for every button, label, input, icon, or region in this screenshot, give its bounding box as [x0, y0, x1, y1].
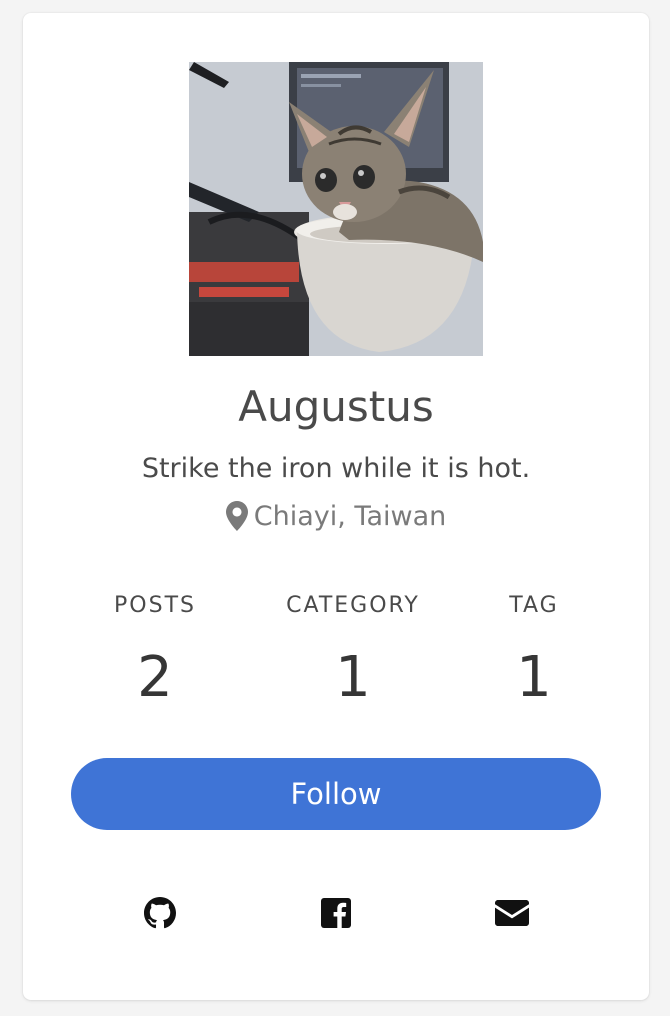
avatar: [189, 62, 483, 356]
stat-tag-label: TAG: [509, 593, 559, 618]
stat-posts-value: 2: [137, 645, 173, 710]
profile-motto: Strike the iron while it is hot.: [141, 453, 531, 484]
map-pin-icon: [225, 501, 248, 542]
github-icon: [144, 897, 176, 933]
profile-name: Augustus: [238, 382, 434, 431]
facebook-link[interactable]: [316, 897, 356, 933]
follow-button[interactable]: Follow: [71, 758, 601, 830]
profile-card: Augustus Strike the iron while it is hot…: [23, 13, 649, 1000]
profile-location: Chiayi, Taiwan: [23, 498, 649, 542]
facebook-icon: [321, 898, 351, 932]
stat-tag-value: 1: [516, 645, 552, 710]
github-link[interactable]: [140, 897, 180, 933]
location-text: Chiayi, Taiwan: [253, 501, 447, 532]
email-icon: [495, 900, 529, 930]
stat-posts[interactable]: POSTS 2: [45, 588, 265, 714]
email-link[interactable]: [492, 897, 532, 933]
stat-posts-label: POSTS: [114, 593, 196, 618]
stat-tag[interactable]: TAG 1: [424, 588, 644, 714]
